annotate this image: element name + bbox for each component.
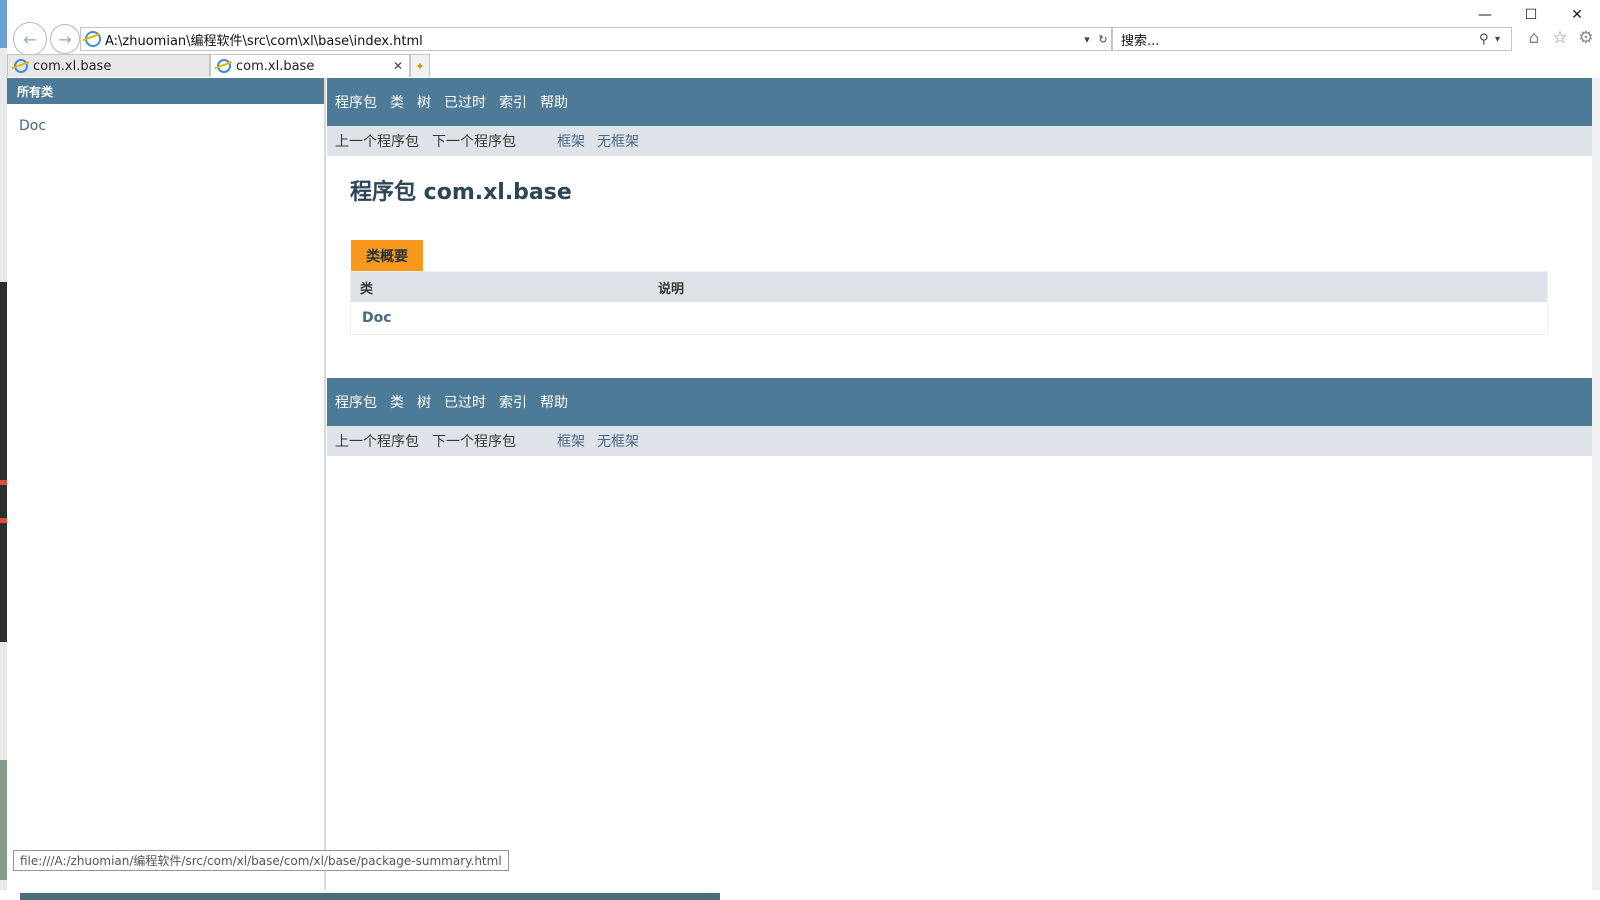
nav-tree[interactable]: 树 bbox=[417, 392, 431, 412]
ie-page-icon bbox=[85, 31, 101, 47]
search-input[interactable]: 搜索... ⚲ ▾ bbox=[1112, 27, 1512, 51]
tab-active[interactable]: com.xl.base ✕ bbox=[210, 54, 410, 77]
nav-class[interactable]: 类 bbox=[390, 392, 404, 412]
page-content: 所有类 Doc 程序包 类 树 已过时 索引 帮助 上一个程序包 下一个程序包 … bbox=[7, 78, 1592, 890]
sub-navbar: 上一个程序包 下一个程序包 框架 无框架 bbox=[327, 126, 1592, 156]
desktop-background bbox=[0, 0, 7, 900]
address-bar[interactable]: A:\zhuomian\编程软件\src\com\xl\base\index.h… bbox=[80, 27, 1112, 51]
back-button[interactable]: ← bbox=[13, 22, 47, 56]
minimize-button[interactable]: — bbox=[1462, 2, 1508, 28]
bottom-navigation: 程序包 类 树 已过时 索引 帮助 上一个程序包 下一个程序包 框架 无框架 bbox=[327, 378, 1592, 456]
address-dropdown-icon[interactable]: ▾ bbox=[1079, 33, 1095, 46]
address-url[interactable]: A:\zhuomian\编程软件\src\com\xl\base\index.h… bbox=[105, 30, 1079, 49]
ie-tab-icon bbox=[217, 59, 231, 73]
nav-package[interactable]: 程序包 bbox=[335, 392, 377, 412]
nav-deprecated[interactable]: 已过时 bbox=[444, 392, 486, 412]
refresh-icon[interactable]: ↻ bbox=[1095, 33, 1111, 46]
class-summary-caption: 类概要 bbox=[351, 240, 423, 271]
nav-index[interactable]: 索引 bbox=[499, 92, 527, 112]
frames-link[interactable]: 框架 bbox=[557, 431, 585, 451]
page-title: 程序包 com.xl.base bbox=[350, 180, 572, 205]
status-bar-url: file:///A:/zhuomian/编程软件/src/com/xl/base… bbox=[13, 850, 509, 871]
tab-title: com.xl.base bbox=[33, 58, 112, 74]
tab-inactive[interactable]: com.xl.base bbox=[7, 54, 210, 77]
vertical-scrollbar[interactable] bbox=[1592, 78, 1600, 900]
ie-tab-icon bbox=[14, 59, 28, 73]
maximize-button[interactable]: ☐ bbox=[1508, 2, 1554, 28]
next-package: 下一个程序包 bbox=[432, 134, 516, 150]
class-link-doc[interactable]: Doc bbox=[7, 104, 324, 134]
frames-link[interactable]: 框架 bbox=[557, 131, 585, 151]
bottom-navbar: 程序包 类 树 已过时 索引 帮助 bbox=[327, 378, 1592, 426]
table-header: 类 说明 bbox=[351, 272, 1547, 302]
column-header-class: 类 bbox=[360, 281, 374, 297]
nav-tree[interactable]: 树 bbox=[417, 92, 431, 112]
nav-deprecated[interactable]: 已过时 bbox=[444, 92, 486, 112]
prev-package: 上一个程序包 bbox=[335, 434, 419, 450]
gear-icon[interactable]: ⚙ bbox=[1576, 28, 1596, 48]
toolbar-icons: ⌂ ☆ ⚙ bbox=[1524, 28, 1596, 48]
no-frames-link[interactable]: 无框架 bbox=[597, 431, 639, 451]
window-controls: — ☐ ✕ bbox=[1462, 2, 1600, 28]
column-header-description: 说明 bbox=[658, 281, 685, 297]
table-row: Doc bbox=[351, 302, 1547, 334]
no-frames-link[interactable]: 无框架 bbox=[597, 131, 639, 151]
search-icon[interactable]: ⚲ bbox=[1479, 32, 1495, 47]
nav-help[interactable]: 帮助 bbox=[540, 92, 568, 112]
back-arrow-icon: ← bbox=[23, 29, 37, 49]
new-tab-button[interactable]: ✦ bbox=[410, 54, 430, 77]
bottom-sub-navbar: 上一个程序包 下一个程序包 框架 无框架 bbox=[327, 426, 1592, 456]
prev-package: 上一个程序包 bbox=[335, 134, 419, 150]
next-package: 下一个程序包 bbox=[432, 434, 516, 450]
background-window-strip bbox=[0, 890, 1600, 900]
forward-arrow-icon: → bbox=[58, 29, 72, 49]
close-window-button[interactable]: ✕ bbox=[1554, 2, 1600, 28]
home-icon[interactable]: ⌂ bbox=[1524, 28, 1544, 48]
all-classes-header: 所有类 bbox=[7, 78, 324, 104]
class-link-doc[interactable]: Doc bbox=[351, 310, 392, 326]
tab-title: com.xl.base bbox=[236, 58, 315, 74]
background-thumbnail bbox=[20, 893, 720, 900]
forward-button[interactable]: → bbox=[50, 24, 80, 54]
favorites-star-icon[interactable]: ☆ bbox=[1550, 28, 1570, 48]
nav-class[interactable]: 类 bbox=[390, 92, 404, 112]
close-tab-icon[interactable]: ✕ bbox=[393, 59, 403, 73]
package-frame: 程序包 类 树 已过时 索引 帮助 上一个程序包 下一个程序包 框架 无框架 程… bbox=[327, 78, 1592, 890]
nav-index[interactable]: 索引 bbox=[499, 392, 527, 412]
top-navbar: 程序包 类 树 已过时 索引 帮助 bbox=[327, 78, 1592, 126]
search-dropdown-icon[interactable]: ▾ bbox=[1495, 34, 1511, 45]
class-summary-table: 类 说明 Doc bbox=[350, 271, 1548, 335]
new-tab-icon: ✦ bbox=[415, 59, 425, 73]
nav-package[interactable]: 程序包 bbox=[335, 92, 377, 112]
nav-help[interactable]: 帮助 bbox=[540, 392, 568, 412]
search-placeholder: 搜索... bbox=[1121, 33, 1160, 49]
tab-strip: com.xl.base com.xl.base ✕ ✦ bbox=[7, 54, 430, 78]
all-classes-frame: 所有类 Doc bbox=[7, 78, 326, 890]
